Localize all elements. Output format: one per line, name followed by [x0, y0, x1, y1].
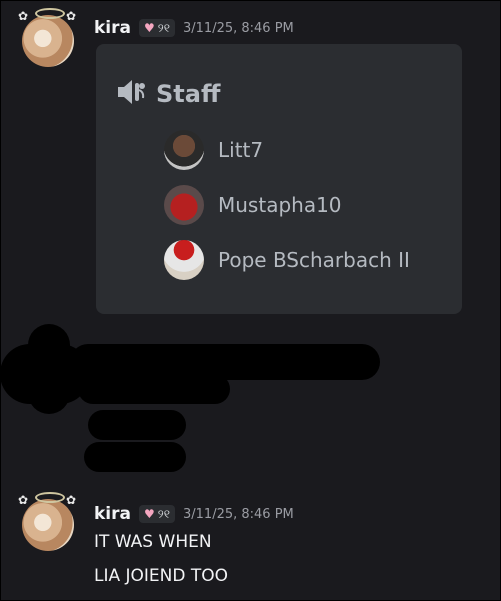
- message-header: kira ♥ ୨୧ 3/11/25, 8:46 PM: [94, 16, 294, 40]
- heart-icon: ♥: [144, 507, 155, 521]
- heart-icon: ♥: [144, 21, 155, 35]
- member-name: Mustapha10: [218, 193, 342, 217]
- server-tag[interactable]: ♥ ୨୧: [139, 505, 175, 523]
- member-avatar: [164, 185, 204, 225]
- tag-text: ୨୧: [157, 506, 170, 521]
- tag-text: ୨୧: [157, 20, 170, 35]
- halo-icon: [35, 8, 65, 19]
- speaker-icon: [116, 78, 146, 110]
- member-avatar: [164, 240, 204, 280]
- embed-card: Staff Litt7 Mustapha10 Pope BScharbach I…: [96, 44, 462, 314]
- wing-right-icon: ✿: [66, 9, 77, 23]
- message-text-line: LIA JOIEND TOO: [94, 566, 229, 586]
- message-text-line: IT WAS WHEN: [94, 532, 212, 552]
- timestamp: 3/11/25, 8:46 PM: [183, 506, 294, 522]
- member-row[interactable]: Mustapha10: [164, 185, 342, 225]
- message-header: kira ♥ ୨୧ 3/11/25, 8:46 PM: [94, 502, 294, 526]
- member-avatar: [164, 130, 204, 170]
- halo-icon: [35, 492, 65, 503]
- member-row[interactable]: Litt7: [164, 130, 263, 170]
- embed-header: Staff: [116, 78, 220, 110]
- wing-right-icon: ✿: [66, 493, 77, 507]
- username[interactable]: kira: [94, 18, 131, 38]
- wing-left-icon: ✿: [18, 9, 29, 23]
- member-row[interactable]: Pope BScharbach II: [164, 240, 410, 280]
- server-tag[interactable]: ♥ ୨୧: [139, 19, 175, 37]
- embed-title: Staff: [156, 80, 221, 108]
- timestamp: 3/11/25, 8:46 PM: [183, 20, 294, 36]
- member-name: Pope BScharbach II: [218, 248, 410, 272]
- username[interactable]: kira: [94, 504, 131, 524]
- wing-left-icon: ✿: [18, 493, 29, 507]
- member-name: Litt7: [218, 138, 264, 162]
